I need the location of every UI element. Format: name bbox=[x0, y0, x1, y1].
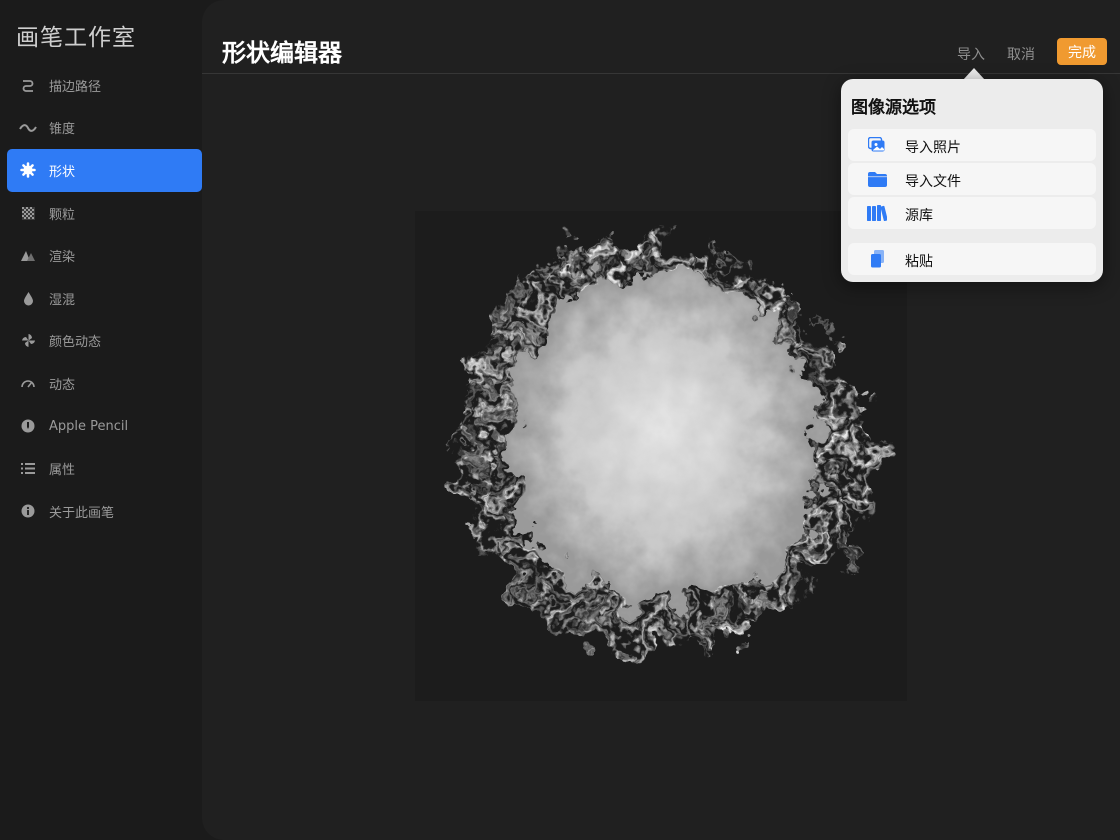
sidebar-item-shape[interactable]: 形状 bbox=[7, 149, 202, 192]
option-label: 导入照片 bbox=[905, 140, 961, 156]
popover-title: 图像源选项 bbox=[851, 98, 936, 118]
app-title: 画笔工作室 bbox=[16, 25, 136, 51]
sidebar-item-label: 锥度 bbox=[49, 122, 76, 138]
page-title: 形状编辑器 bbox=[222, 39, 342, 67]
taper-icon bbox=[19, 119, 37, 137]
sidebar-item-taper[interactable]: 锥度 bbox=[7, 107, 202, 150]
import-file-option[interactable]: 导入文件 bbox=[848, 163, 1096, 195]
sidebar-item-label: 颗粒 bbox=[49, 207, 76, 223]
sidebar-item-rendering[interactable]: 渲染 bbox=[7, 234, 202, 277]
sidebar-item-label: 湿混 bbox=[49, 292, 76, 308]
apple-pencil-icon bbox=[19, 417, 37, 435]
paste-icon bbox=[866, 249, 888, 269]
folder-icon bbox=[866, 169, 888, 189]
sidebar-item-label: 渲染 bbox=[49, 250, 76, 266]
sidebar-item-label: 关于此画笔 bbox=[49, 505, 115, 521]
sidebar-item-stroke-path[interactable]: 描边路径 bbox=[7, 64, 202, 107]
library-icon bbox=[866, 203, 888, 223]
cancel-button[interactable]: 取消 bbox=[1007, 44, 1035, 64]
sidebar-item-about[interactable]: 关于此画笔 bbox=[7, 490, 202, 533]
sidebar-item-label: 描边路径 bbox=[49, 79, 102, 95]
color-dynamics-icon bbox=[19, 332, 37, 350]
shape-preview-canvas[interactable] bbox=[415, 211, 907, 701]
sidebar-item-color-dynamics[interactable]: 颜色动态 bbox=[7, 320, 202, 363]
paste-option[interactable]: 粘贴 bbox=[848, 243, 1096, 275]
rendering-icon bbox=[19, 247, 37, 265]
option-label: 源库 bbox=[905, 208, 933, 224]
wet-mix-icon bbox=[19, 289, 37, 307]
sidebar-item-properties[interactable]: 属性 bbox=[7, 447, 202, 490]
sidebar-item-label: 形状 bbox=[49, 164, 76, 180]
image-source-popover: 图像源选项 导入照片 导入文件 源库 粘贴 bbox=[841, 79, 1103, 282]
sidebar-item-label: 属性 bbox=[49, 463, 76, 479]
stroke-path-icon bbox=[19, 76, 37, 94]
shape-icon bbox=[19, 161, 37, 179]
import-button[interactable]: 导入 bbox=[957, 44, 985, 64]
sidebar: 画笔工作室 描边路径 锥度 形状 颗粒 渲染 湿混 颜色动态 动态 Apple … bbox=[0, 0, 206, 840]
dynamics-icon bbox=[19, 374, 37, 392]
sidebar-item-label: Apple Pencil bbox=[49, 418, 129, 434]
shape-texture-image bbox=[453, 241, 877, 649]
import-photo-option[interactable]: 导入照片 bbox=[848, 129, 1096, 161]
photo-icon bbox=[866, 135, 888, 155]
grain-icon bbox=[19, 204, 37, 222]
properties-icon bbox=[19, 460, 37, 478]
sidebar-item-wet-mix[interactable]: 湿混 bbox=[7, 277, 202, 320]
option-label: 导入文件 bbox=[905, 174, 961, 190]
done-button[interactable]: 完成 bbox=[1057, 38, 1107, 65]
sidebar-item-label: 动态 bbox=[49, 377, 76, 393]
sidebar-item-apple-pencil[interactable]: Apple Pencil bbox=[7, 405, 202, 448]
source-library-option[interactable]: 源库 bbox=[848, 197, 1096, 229]
sidebar-item-grain[interactable]: 颗粒 bbox=[7, 192, 202, 235]
sidebar-item-label: 颜色动态 bbox=[49, 335, 102, 351]
option-label: 粘贴 bbox=[905, 254, 933, 270]
about-icon bbox=[19, 502, 37, 520]
sidebar-nav: 描边路径 锥度 形状 颗粒 渲染 湿混 颜色动态 动态 Apple Pencil… bbox=[7, 64, 202, 533]
sidebar-item-dynamics[interactable]: 动态 bbox=[7, 362, 202, 405]
